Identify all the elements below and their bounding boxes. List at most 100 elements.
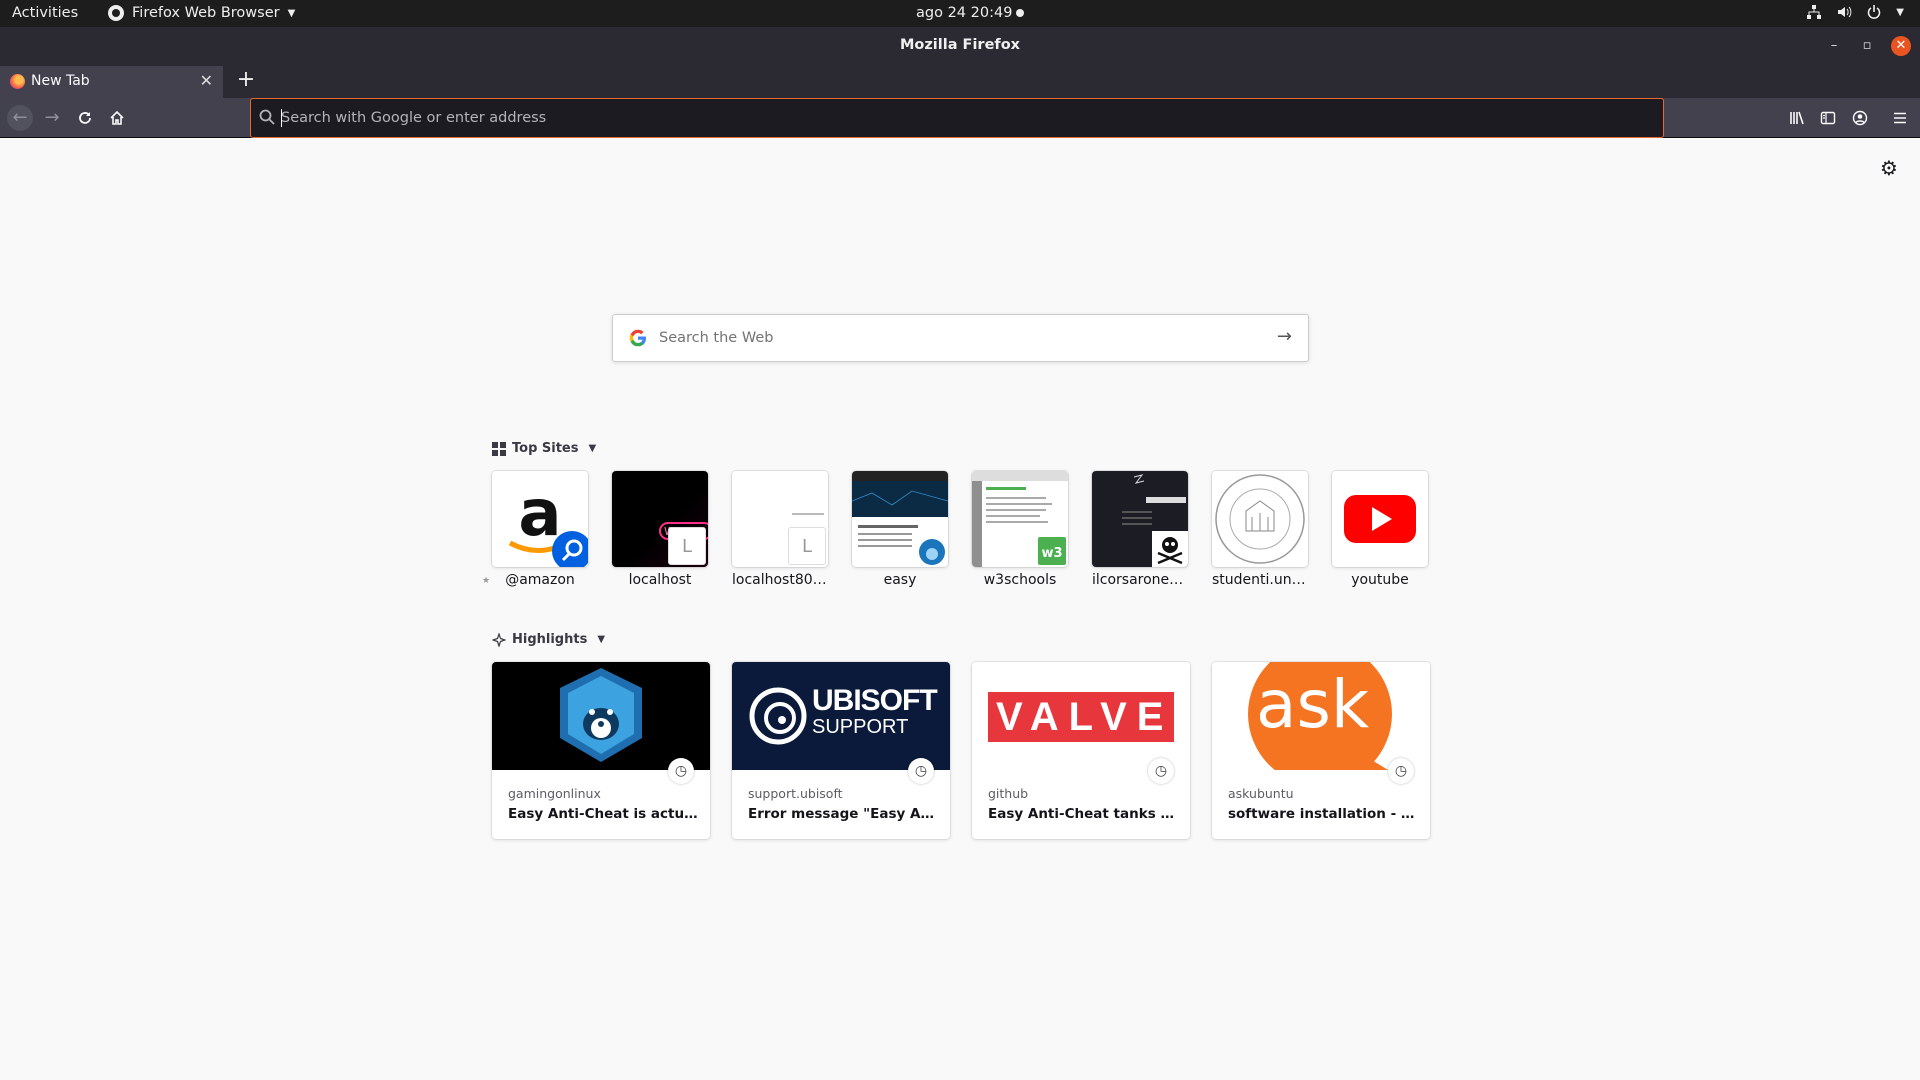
skull-icon [1092, 471, 1188, 567]
window-title: Mozilla Firefox [899, 37, 1021, 53]
chevron-down-icon: ▼ [597, 634, 606, 645]
notification-dot-icon [1016, 9, 1024, 17]
top-site-tile[interactable]: studenti.uni… [1212, 471, 1308, 588]
valve-thumbnail: VALVE [972, 662, 1190, 770]
ubisoft-support-text: SUPPORT [812, 716, 909, 738]
app-menu-button[interactable] [1887, 105, 1913, 131]
address-input[interactable] [281, 106, 1641, 130]
top-site-tile[interactable]: WELC L localhost [612, 471, 708, 588]
highlight-title: Easy Anti-Cheat tanks ga… [988, 806, 1180, 822]
top-site-label: studenti.uni… [1212, 572, 1308, 588]
highlight-card[interactable]: ◷ gamingonlinux Easy Anti-Cheat is actua… [492, 662, 710, 839]
top-site-label: ilcorsaroner… [1092, 572, 1188, 588]
top-site-label: easy [883, 572, 917, 588]
ubisoft-logo-text: UBISOFT [812, 684, 938, 717]
top-site-label: youtube [1351, 572, 1409, 588]
highlight-host: github [988, 786, 1029, 801]
account-button[interactable] [1847, 105, 1873, 131]
top-sites-heading[interactable]: Top Sites ▼ [492, 441, 596, 456]
power-icon [1868, 5, 1881, 19]
sparkle-icon [492, 632, 506, 647]
askubuntu-thumbnail: ask [1212, 662, 1430, 770]
top-site-tile[interactable]: youtube [1332, 471, 1428, 588]
library-button[interactable] [1784, 105, 1810, 131]
svg-text:a: a [518, 477, 561, 551]
web-search-box[interactable]: Search the Web → [612, 314, 1309, 362]
top-site-tile[interactable]: a ★ @amazon [482, 471, 588, 588]
highlight-card[interactable]: UBISOFT SUPPORT ◷ support.ubisoft Error … [732, 662, 950, 839]
ask-logo-text: ask [1256, 666, 1370, 743]
minimize-button[interactable]: – [1824, 36, 1844, 56]
app-menu[interactable]: Firefox Web Browser ▼ [108, 5, 295, 21]
app-menu-label: Firefox Web Browser [132, 5, 280, 21]
firefox-icon [108, 5, 124, 21]
youtube-logo-icon [1332, 471, 1428, 567]
top-site-label: w3schools [983, 572, 1057, 588]
letter-fallback-icon: L [668, 527, 706, 565]
highlight-card[interactable]: VALVE ◷ github Easy Anti-Cheat tanks ga… [972, 662, 1190, 839]
w3schools-logo-icon: w3 [972, 471, 1068, 567]
library-icon [1790, 111, 1804, 125]
highlight-host: askubuntu [1228, 786, 1294, 801]
highlight-card[interactable]: ask ◷ askubuntu software installation - … [1212, 662, 1430, 839]
caret-down-icon: ▼ [287, 7, 296, 19]
home-icon [110, 110, 124, 125]
sidebar-icon [1820, 111, 1836, 125]
top-sites-title: Top Sites [512, 441, 579, 456]
highlight-host: gamingonlinux [508, 786, 601, 801]
activities-button[interactable]: Activities [12, 5, 78, 21]
home-button[interactable] [104, 105, 130, 131]
clock[interactable]: ago 24 20:49 [916, 5, 1012, 21]
top-site-tile[interactable]: ilcorsaroner… [1092, 471, 1188, 588]
university-seal-icon [1212, 471, 1308, 567]
top-sites-grid-icon [492, 441, 506, 456]
close-tab-icon[interactable]: ✕ [200, 71, 213, 90]
top-site-label: localhost8000 [732, 572, 828, 588]
amazon-logo-icon: a [492, 471, 588, 567]
close-window-button[interactable]: ✕ [1891, 36, 1911, 56]
search-arrow-icon[interactable]: → [1277, 326, 1292, 347]
address-bar[interactable] [250, 98, 1664, 138]
top-site-tile[interactable]: w3 w3schools [972, 471, 1068, 588]
gamingonlinux-thumbnail [492, 662, 710, 770]
chevron-down-icon: ▼ [588, 443, 597, 454]
tab-label: New Tab [31, 73, 90, 89]
clock-icon: ◷ [908, 758, 934, 784]
letter-fallback-icon: L [788, 527, 826, 565]
ubisoft-thumbnail: UBISOFT SUPPORT [732, 662, 950, 770]
network-icon [1807, 5, 1822, 19]
new-tab-button[interactable]: + [232, 66, 260, 94]
clock-icon: ◷ [1148, 758, 1174, 784]
easy-thumbnail [852, 471, 948, 567]
reload-button[interactable] [72, 105, 98, 131]
account-icon [1852, 110, 1868, 126]
tab-new-tab[interactable]: New Tab ✕ [0, 64, 223, 98]
top-site-label: localhost [628, 572, 692, 588]
hamburger-menu-icon [1894, 112, 1906, 124]
tab-strip: New Tab ✕ + [0, 64, 1920, 98]
highlight-host: support.ubisoft [748, 786, 843, 801]
firefox-favicon-icon [10, 74, 25, 89]
text-cursor [281, 109, 282, 127]
google-logo-icon [629, 329, 646, 347]
top-site-tile[interactable]: easy [852, 471, 948, 588]
tray-caret-icon: ▼ [1896, 6, 1904, 18]
forward-button[interactable]: → [39, 105, 65, 131]
back-button[interactable]: ← [7, 105, 33, 131]
localhost-thumbnail: WELC L [612, 471, 708, 567]
clock-icon: ◷ [1388, 758, 1414, 784]
highlight-title: software installation - H… [1228, 806, 1420, 822]
sidebar-button[interactable] [1815, 105, 1841, 131]
system-tray[interactable]: ▼ [1806, 4, 1904, 20]
maximize-button[interactable]: ▫ [1857, 36, 1877, 56]
svg-text:w3: w3 [1041, 546, 1062, 561]
system-top-bar: Activities Firefox Web Browser ▼ ago 24 … [0, 0, 1920, 27]
highlight-title: Error message "Easy Anti… [748, 806, 940, 822]
highlights-title: Highlights [512, 632, 588, 647]
pin-icon: ★ [482, 576, 491, 586]
clock-icon: ◷ [668, 758, 694, 784]
highlights-heading[interactable]: Highlights ▼ [492, 632, 605, 647]
personalize-gear-icon[interactable]: ⚙ [1878, 157, 1900, 179]
reload-icon [79, 112, 91, 124]
top-site-tile[interactable]: L localhost8000 [732, 471, 828, 588]
